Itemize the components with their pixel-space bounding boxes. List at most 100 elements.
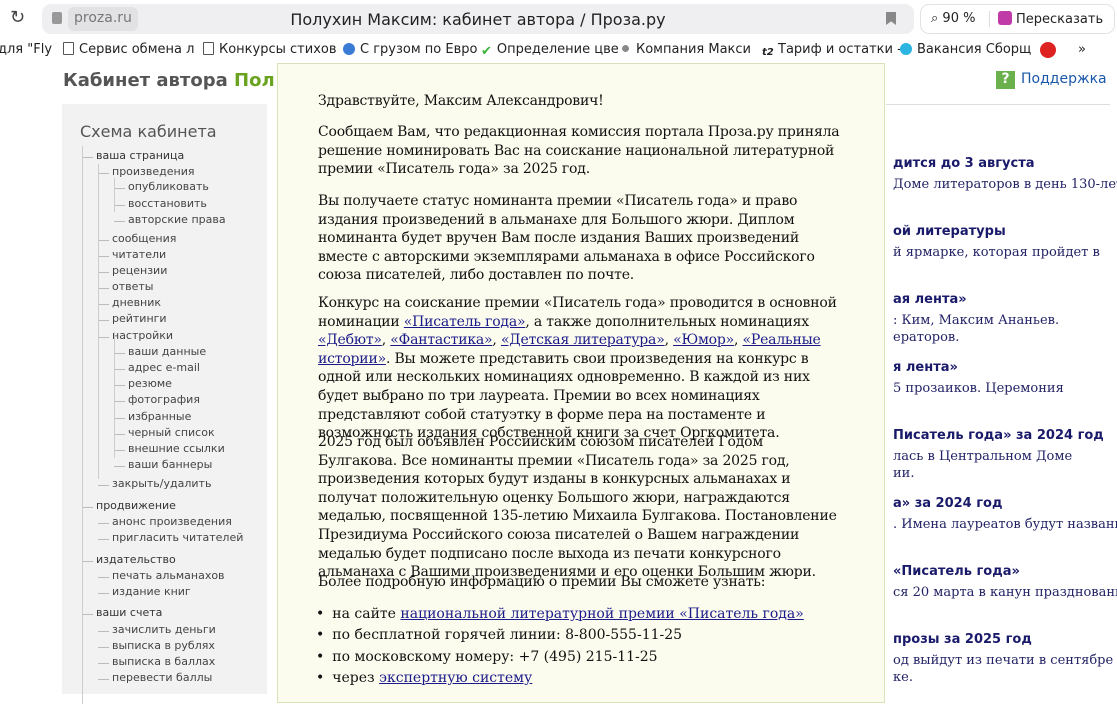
nomination-link[interactable]: «Фантастика» <box>390 332 492 348</box>
news-headline[interactable]: прозы за 2025 год <box>893 632 1032 647</box>
check-icon: ✔ <box>481 44 492 59</box>
nomination-link[interactable]: «Юмор» <box>673 332 734 348</box>
paragraph: 2025 год был объявлен Российским союзом … <box>318 434 837 581</box>
news-text: од выйдут из печати в сентябре и <box>893 653 1117 668</box>
sidebar-item[interactable]: черный список <box>114 426 215 439</box>
bookmark-label: для "Fly <box>0 42 53 57</box>
sidebar-item[interactable]: зачислить деньги <box>98 623 216 636</box>
sidebar-item[interactable]: авторские права <box>114 213 226 226</box>
sidebar-item[interactable]: опубликовать <box>114 180 209 193</box>
sidebar-item[interactable]: ваши счета <box>81 606 162 619</box>
news-headline[interactable]: а» за 2024 год <box>893 496 1002 511</box>
more-bookmarks-button[interactable]: » <box>1078 42 1086 57</box>
zoom-level[interactable]: ⌕ 90 % <box>931 11 975 26</box>
cabinet-heading: Кабинет автора Пол <box>63 70 275 91</box>
bookmark[interactable]: Конкурсы стихов <box>203 42 337 57</box>
news-text: лась в Центральном Доме <box>893 449 1073 464</box>
news-text: 5 прозаиков. Церемония <box>893 381 1064 396</box>
sidebar-item[interactable]: избранные <box>113 410 191 423</box>
text: , <box>734 332 743 349</box>
sidebar-item[interactable]: внешние ссылки <box>114 442 225 455</box>
tree-line <box>98 164 99 479</box>
list-item: по бесплатной горячей линии: 8-800-555-1… <box>318 625 804 646</box>
sidebar-item[interactable]: ваши данные <box>113 345 206 358</box>
nomination-link[interactable]: «Дебют» <box>318 332 382 348</box>
news-text: ии. <box>893 466 915 481</box>
sidebar-item[interactable]: ваша страница <box>81 149 184 162</box>
sidebar-item[interactable]: продвижение <box>82 499 176 512</box>
bookmark[interactable]: Сервис обмена л <box>63 42 194 57</box>
sidebar-item[interactable]: резюме <box>114 377 172 390</box>
news-headline[interactable]: Писатель года» за 2024 год <box>893 428 1104 443</box>
sidebar-item[interactable]: восстановить <box>114 197 207 210</box>
news-text: ке. <box>893 670 913 685</box>
retell-button[interactable]: Пересказать <box>989 11 1103 27</box>
paragraph: Вы получаете статус номинанта премии «Пи… <box>318 193 815 284</box>
sidebar-item[interactable]: произведения <box>97 165 194 178</box>
sidebar-item[interactable]: издательство <box>82 553 176 566</box>
bookmark-label: С грузом по Евро <box>360 42 478 57</box>
prize-site-link[interactable]: национальной литературной премии «Писате… <box>400 606 803 622</box>
list-item: на сайте национальной литературной преми… <box>318 604 804 625</box>
support-label: Поддержка <box>1021 71 1107 87</box>
heading-text: Кабинет автора <box>63 70 228 91</box>
news-headline[interactable]: «Писатель года» <box>893 564 1020 579</box>
sidebar-item[interactable]: ответы <box>97 280 153 293</box>
address-bar[interactable]: proza.ru Полухин Максим: кабинет автора … <box>42 4 914 34</box>
sidebar-item[interactable]: печать альманахов <box>98 569 225 582</box>
tree-line <box>82 146 83 704</box>
retell-label: Пересказать <box>1016 12 1104 27</box>
sidebar-item[interactable]: фотография <box>114 393 200 406</box>
nomination-letter: Здравствуйте, Максим Александрович! Сооб… <box>277 63 885 703</box>
sidebar-item[interactable]: выписка в баллах <box>97 655 215 668</box>
site-icon <box>343 43 355 55</box>
text: . Вы можете представить свои произведени… <box>318 350 810 442</box>
sidebar-item[interactable]: читатели <box>97 248 166 261</box>
browser-tools: ⌕ 90 % Пересказать <box>920 4 1115 34</box>
sidebar-item[interactable]: рецензии <box>97 264 167 277</box>
support-link[interactable]: ? Поддержка <box>996 71 1107 89</box>
text: , <box>381 332 391 349</box>
sidebar-item[interactable]: адрес e-mail <box>114 361 200 374</box>
sidebar-item[interactable]: перевести баллы <box>97 671 212 684</box>
contact-list: на сайте национальной литературной преми… <box>318 604 804 689</box>
sidebar-item[interactable]: выписка в рублях <box>98 639 215 652</box>
bookmark[interactable]: t2 Тариф и остатки - <box>762 42 902 60</box>
sidebar-item[interactable]: пригласить читателей <box>97 531 243 544</box>
news-headline[interactable]: ой литературы <box>893 224 1006 239</box>
sidebar-item[interactable]: сообщения <box>97 232 176 245</box>
sidebar-item[interactable]: рейтинги <box>98 312 167 325</box>
sidebar-item[interactable]: настройки <box>97 329 173 342</box>
news-headline[interactable]: ая лента» <box>893 292 967 307</box>
retell-icon <box>998 11 1012 25</box>
news-headline[interactable]: дится до 3 августа <box>893 156 1035 171</box>
text: , <box>664 332 674 349</box>
sidebar-item[interactable]: закрыть/удалить <box>97 477 211 490</box>
zoom-value: 90 % <box>942 11 976 26</box>
bookmark[interactable] <box>1040 42 1061 60</box>
tree-line <box>114 178 115 212</box>
bookmark[interactable]: Компания Макси <box>620 42 751 57</box>
list-item: через экспертную систему <box>318 668 804 689</box>
expert-system-link[interactable]: экспертную систему <box>379 670 532 686</box>
page-title: Полухин Максим: кабинет автора / Проза.р… <box>290 10 666 29</box>
divider <box>886 104 1110 105</box>
nomination-link[interactable]: «Писатель года» <box>404 314 526 330</box>
sidebar-item[interactable]: анонс произведения <box>98 515 232 528</box>
news-text: ся 20 марта в канун празднования <box>893 585 1117 600</box>
list-item: по московскому номеру: +7 (495) 215-11-2… <box>318 647 804 668</box>
bookmark[interactable]: Вакансия Сборщ <box>900 42 1031 57</box>
news-headline[interactable]: я лента» <box>893 360 958 375</box>
bookmark-label: Компания Макси <box>636 42 751 57</box>
sidebar-item[interactable]: ваши баннеры <box>113 458 212 471</box>
nomination-link[interactable]: «Детская литература» <box>501 332 665 348</box>
page-icon <box>203 42 214 55</box>
bookmark[interactable]: ✔ Определение цве <box>481 42 619 59</box>
bookmark[interactable]: С грузом по Евро <box>343 42 477 57</box>
sidebar-item[interactable]: дневник <box>97 296 161 309</box>
bookmark[interactable]: для "Fly <box>0 42 52 57</box>
bookmarks-bar: для "Fly Сервис обмена л Конкурсы стихов… <box>0 40 1117 62</box>
reload-icon[interactable]: ↻ <box>10 7 25 28</box>
sidebar-item[interactable]: издание книг <box>98 585 191 598</box>
hh-icon <box>1040 42 1056 58</box>
